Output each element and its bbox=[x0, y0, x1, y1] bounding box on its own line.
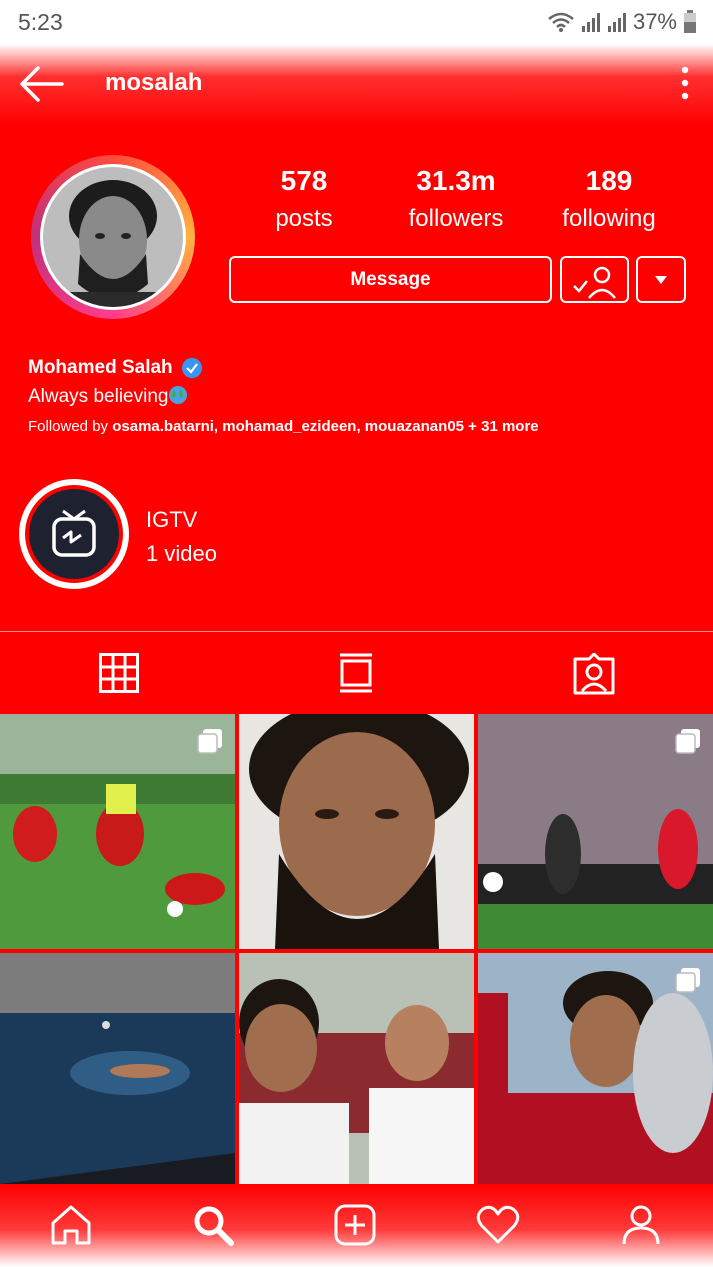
followers-count[interactable]: 31.3m followers bbox=[381, 165, 531, 233]
followed-by[interactable]: Followed by osama.batarni, mohamad_ezide… bbox=[28, 418, 539, 435]
bio: Always believing bbox=[28, 385, 188, 408]
suggested-dropdown-button[interactable] bbox=[636, 256, 686, 303]
post-tile-4[interactable] bbox=[0, 953, 235, 1184]
followed-more: + 31 more bbox=[464, 418, 539, 435]
profile-name: Mohamed Salah bbox=[28, 357, 203, 379]
post-tile-3[interactable] bbox=[478, 714, 713, 949]
post-tile-5[interactable] bbox=[239, 953, 474, 1184]
signal-icon-1 bbox=[581, 13, 600, 32]
profile-icon[interactable] bbox=[621, 1204, 661, 1246]
new-post-icon[interactable] bbox=[334, 1204, 376, 1246]
status-time: 5:23 bbox=[18, 9, 63, 35]
profile-name-text: Mohamed Salah bbox=[28, 357, 173, 378]
followed-names: osama.batarni, mohamad_ezideen, mouazana… bbox=[112, 418, 465, 435]
battery-percent: 37% bbox=[632, 9, 677, 34]
tabs-divider bbox=[0, 631, 713, 632]
post-tile-6[interactable] bbox=[478, 953, 713, 1184]
header-username: mosalah bbox=[105, 69, 203, 96]
avatar[interactable] bbox=[40, 164, 186, 310]
grid-tab-icon[interactable] bbox=[99, 653, 139, 693]
person-check-icon bbox=[572, 266, 616, 299]
status-bar: 5:23 37% bbox=[0, 0, 713, 44]
igtv-icon bbox=[52, 509, 96, 557]
post-tile-1[interactable] bbox=[0, 714, 235, 949]
caret-down-icon bbox=[655, 275, 667, 284]
battery-icon bbox=[684, 10, 696, 33]
highlight-title: IGTV bbox=[146, 507, 198, 532]
bio-text: Always believing bbox=[28, 386, 169, 407]
status-icons: 37% bbox=[547, 9, 697, 35]
bottom-nav bbox=[0, 1184, 713, 1267]
search-icon[interactable] bbox=[192, 1204, 234, 1246]
globe-emoji-icon bbox=[169, 386, 188, 404]
carousel-icon bbox=[675, 968, 700, 993]
home-icon[interactable] bbox=[50, 1204, 92, 1246]
wifi-icon bbox=[548, 12, 574, 32]
following-button[interactable] bbox=[560, 256, 629, 303]
back-arrow-icon[interactable] bbox=[18, 64, 64, 104]
message-button[interactable]: Message bbox=[229, 256, 552, 303]
carousel-icon bbox=[197, 729, 222, 754]
post-tile-2[interactable] bbox=[239, 714, 474, 949]
posts-count[interactable]: 578 posts bbox=[229, 165, 379, 233]
tagged-tab-icon[interactable] bbox=[573, 653, 615, 695]
igtv-highlight-cover[interactable] bbox=[29, 489, 119, 579]
carousel-icon bbox=[675, 729, 700, 754]
activity-heart-icon[interactable] bbox=[476, 1204, 520, 1246]
following-count[interactable]: 189 following bbox=[534, 165, 684, 233]
followed-prefix: Followed by bbox=[28, 418, 113, 435]
more-options-icon[interactable] bbox=[681, 66, 689, 100]
highlight-subtitle: 1 video bbox=[146, 541, 217, 566]
verified-badge-icon bbox=[181, 358, 202, 378]
feed-tab-icon[interactable] bbox=[338, 653, 374, 693]
signal-icon-2 bbox=[607, 13, 626, 32]
profile-header: mosalah bbox=[0, 44, 713, 126]
